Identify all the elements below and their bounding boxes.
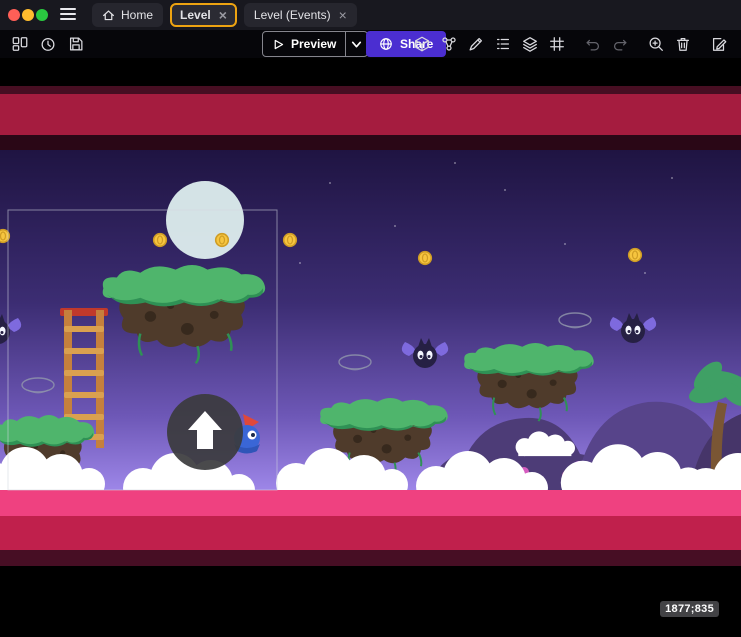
- scene-viewport[interactable]: [0, 58, 741, 637]
- preview-options-dropdown[interactable]: [345, 32, 367, 56]
- titlebar: Home Level × Level (Events) ×: [0, 0, 741, 30]
- coin-sprite[interactable]: [216, 234, 229, 247]
- toolbar-right-group: [410, 32, 731, 56]
- preview-label: Preview: [291, 37, 336, 51]
- hamburger-menu-icon[interactable]: [60, 8, 78, 23]
- object-cube-icon[interactable]: [410, 32, 434, 56]
- zoom-in-icon[interactable]: [644, 32, 668, 56]
- chevron-down-icon: [350, 38, 363, 51]
- jump-button-sprite[interactable]: [167, 394, 243, 470]
- redo-icon[interactable]: [608, 32, 632, 56]
- tab-label: Home: [121, 8, 153, 22]
- close-tab-icon[interactable]: ×: [219, 8, 227, 22]
- maximize-window-button[interactable]: [36, 9, 48, 21]
- tab-level[interactable]: Level ×: [170, 3, 237, 27]
- cursor-coordinates: 1877;835: [660, 601, 719, 617]
- minimize-window-button[interactable]: [22, 9, 34, 21]
- pencil-icon[interactable]: [464, 32, 488, 56]
- moon-layer: [166, 181, 244, 259]
- instances-icon[interactable]: [437, 32, 461, 56]
- tab-label: Level: [180, 8, 211, 22]
- edit-scene-icon[interactable]: [707, 32, 731, 56]
- toolbar: Preview Share: [0, 30, 741, 58]
- close-tab-icon[interactable]: ×: [339, 8, 347, 22]
- moon-sprite[interactable]: [166, 181, 244, 259]
- coin-sprite[interactable]: [154, 234, 167, 247]
- tab-level-events[interactable]: Level (Events) ×: [244, 3, 357, 27]
- scene-editor-canvas[interactable]: 1877;835: [0, 58, 741, 637]
- play-icon: [272, 38, 285, 51]
- tab-label: Level (Events): [254, 8, 331, 22]
- coin-sprite[interactable]: [284, 234, 297, 247]
- app-window: Home Level × Level (Events) ×: [0, 0, 741, 637]
- tab-bar: Home Level × Level (Events) ×: [92, 3, 357, 27]
- grid-icon[interactable]: [545, 32, 569, 56]
- preview-button[interactable]: Preview: [262, 31, 368, 57]
- properties-list-icon[interactable]: [491, 32, 515, 56]
- history-icon[interactable]: [36, 32, 60, 56]
- tab-home[interactable]: Home: [92, 3, 163, 27]
- save-icon[interactable]: [64, 32, 88, 56]
- globe-icon: [379, 37, 393, 51]
- ground-bands: [0, 490, 741, 637]
- trash-icon[interactable]: [671, 32, 695, 56]
- coin-sprite[interactable]: [629, 249, 642, 262]
- close-window-button[interactable]: [8, 9, 20, 21]
- toolbar-left-group: [8, 32, 88, 56]
- touch-button-layer: [167, 394, 243, 470]
- undo-icon[interactable]: [581, 32, 605, 56]
- coin-sprite[interactable]: [419, 252, 432, 265]
- project-panels-icon[interactable]: [8, 32, 32, 56]
- home-icon: [102, 9, 115, 22]
- layers-icon[interactable]: [518, 32, 542, 56]
